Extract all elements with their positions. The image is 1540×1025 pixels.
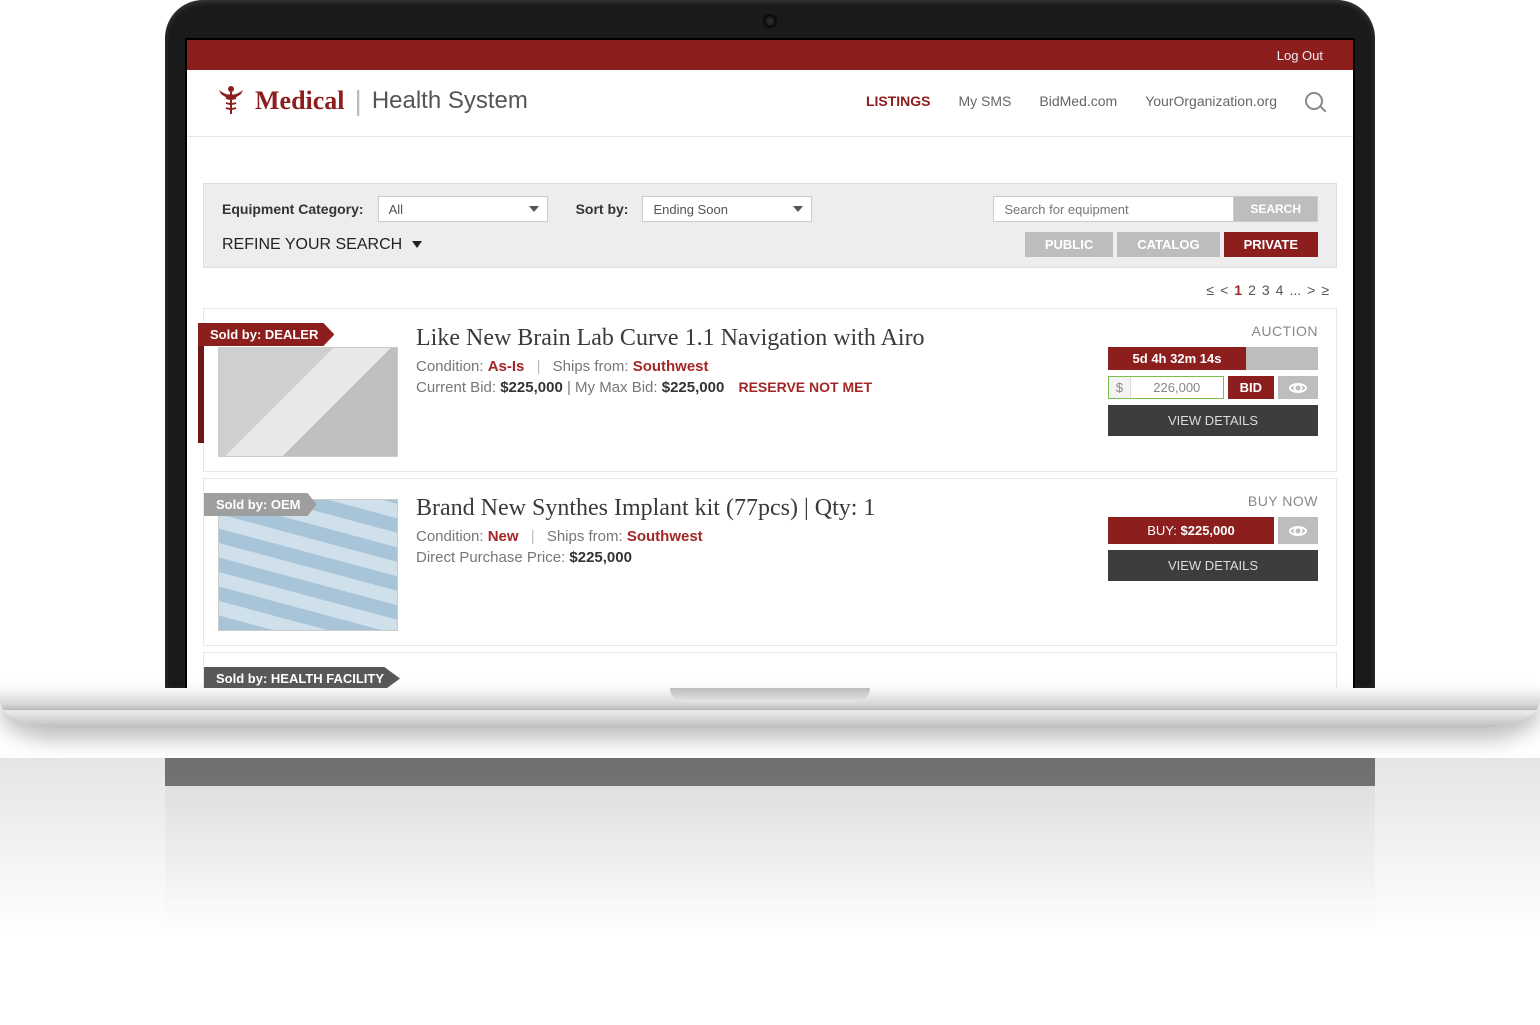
- page-4[interactable]: 4: [1276, 282, 1284, 298]
- main-nav: LISTINGS My SMS BidMed.com YourOrganizat…: [866, 92, 1323, 110]
- countdown-timer: 5d 4h 32m 14s: [1108, 347, 1246, 370]
- watch-button[interactable]: [1278, 517, 1318, 544]
- sale-type-label: BUY NOW: [1108, 493, 1318, 509]
- listing-thumbnail[interactable]: [218, 499, 398, 631]
- refine-label: REFINE YOUR SEARCH: [222, 236, 402, 254]
- ships-value: Southwest: [627, 528, 703, 545]
- page-1[interactable]: 1: [1234, 282, 1242, 298]
- view-details-button[interactable]: VIEW DETAILS: [1108, 405, 1318, 436]
- nav-listings[interactable]: LISTINGS: [866, 93, 931, 109]
- watch-button[interactable]: [1278, 376, 1318, 399]
- brand-name-2: Health System: [372, 87, 528, 115]
- condition-label: Condition:: [416, 358, 484, 375]
- pagination: ≤ < 1 2 3 4 ... > ≥: [187, 268, 1353, 308]
- reserve-status: RESERVE NOT MET: [738, 379, 872, 395]
- listings-container: Sold by: DEALER Like New Brain Lab Curve…: [187, 308, 1353, 688]
- condition-value: As-Is: [488, 358, 525, 375]
- dpp-value: $225,000: [569, 549, 632, 566]
- category-value: All: [389, 202, 403, 217]
- bid-amount-value: 226,000: [1131, 377, 1223, 398]
- listing-card: Sold by: HEALTH FACILITY GE and Shimadzu…: [203, 652, 1337, 688]
- eye-icon: [1289, 383, 1307, 393]
- page-3[interactable]: 3: [1262, 282, 1270, 298]
- sold-by-ribbon: Sold by: OEM: [204, 493, 317, 516]
- page-ellipsis: ...: [1289, 282, 1301, 298]
- nav-bidmed[interactable]: BidMed.com: [1039, 93, 1117, 109]
- chevron-down-icon: [529, 206, 539, 212]
- current-bid-label: Current Bid:: [416, 379, 496, 396]
- sort-value: Ending Soon: [653, 202, 727, 217]
- caduceus-icon: [217, 84, 245, 118]
- logout-link[interactable]: Log Out: [1277, 48, 1323, 63]
- condition-value: New: [488, 528, 519, 545]
- current-bid-value: $225,000: [500, 379, 563, 396]
- refine-search-toggle[interactable]: REFINE YOUR SEARCH: [222, 236, 422, 254]
- filter-bar: Equipment Category: All Sort by: Ending …: [203, 183, 1337, 268]
- tab-catalog[interactable]: CATALOG: [1117, 232, 1219, 257]
- search-button[interactable]: SEARCH: [1233, 196, 1318, 222]
- listing-title[interactable]: Brand New Synthes Implant kit (77pcs) | …: [416, 495, 1090, 522]
- bid-amount-input[interactable]: $ 226,000: [1108, 376, 1224, 399]
- dollar-icon: $: [1109, 377, 1131, 398]
- eye-icon: [1289, 526, 1307, 536]
- listing-card: Sold by: OEM Brand New Synthes Implant k…: [203, 478, 1337, 646]
- tab-public[interactable]: PUBLIC: [1025, 232, 1113, 257]
- my-max-value: $225,000: [662, 379, 725, 396]
- sale-type-label: AUCTION: [1108, 323, 1318, 339]
- tab-private[interactable]: PRIVATE: [1224, 232, 1318, 257]
- dpp-label: Direct Purchase Price:: [416, 549, 565, 566]
- ships-label: Ships from:: [553, 358, 629, 375]
- ships-label: Ships from:: [547, 528, 623, 545]
- category-label: Equipment Category:: [222, 201, 364, 217]
- listing-title[interactable]: Like New Brain Lab Curve 1.1 Navigation …: [416, 325, 1090, 352]
- category-select[interactable]: All: [378, 196, 548, 222]
- site-header: Medical | Health System LISTINGS My SMS …: [187, 70, 1353, 137]
- timer-progress: [1246, 347, 1318, 370]
- sort-label: Sort by:: [576, 201, 629, 217]
- brand-name-1: Medical: [255, 86, 345, 116]
- page-next[interactable]: >: [1307, 282, 1315, 298]
- search-icon[interactable]: [1305, 92, 1323, 110]
- bid-button[interactable]: BID: [1228, 376, 1274, 399]
- laptop-camera-icon: [765, 16, 775, 26]
- ships-value: Southwest: [633, 358, 709, 375]
- laptop-reflection: [0, 758, 1540, 938]
- equipment-search-input[interactable]: [993, 196, 1233, 222]
- sold-by-ribbon: Sold by: HEALTH FACILITY: [204, 667, 400, 688]
- nav-my-sms[interactable]: My SMS: [959, 93, 1012, 109]
- page-first[interactable]: ≤: [1206, 282, 1214, 298]
- listing-card: Sold by: DEALER Like New Brain Lab Curve…: [203, 308, 1337, 472]
- laptop-base: [0, 688, 1540, 728]
- condition-label: Condition:: [416, 528, 484, 545]
- sold-by-ribbon: Sold by: DEALER: [198, 323, 334, 346]
- top-bar: Log Out: [187, 40, 1353, 70]
- page-2[interactable]: 2: [1248, 282, 1256, 298]
- brand-logo[interactable]: Medical | Health System: [217, 84, 528, 118]
- listing-thumbnail[interactable]: [218, 347, 398, 457]
- view-details-button[interactable]: VIEW DETAILS: [1108, 550, 1318, 581]
- brand-separator: |: [355, 85, 362, 117]
- my-max-label: My Max Bid:: [575, 379, 658, 396]
- sort-select[interactable]: Ending Soon: [642, 196, 812, 222]
- chevron-down-icon: [793, 206, 803, 212]
- nav-yourorg[interactable]: YourOrganization.org: [1145, 93, 1277, 109]
- page-prev[interactable]: <: [1220, 282, 1228, 298]
- buy-button[interactable]: BUY: $225,000: [1108, 517, 1274, 544]
- page-last[interactable]: ≥: [1321, 282, 1329, 298]
- chevron-down-icon: [412, 241, 422, 248]
